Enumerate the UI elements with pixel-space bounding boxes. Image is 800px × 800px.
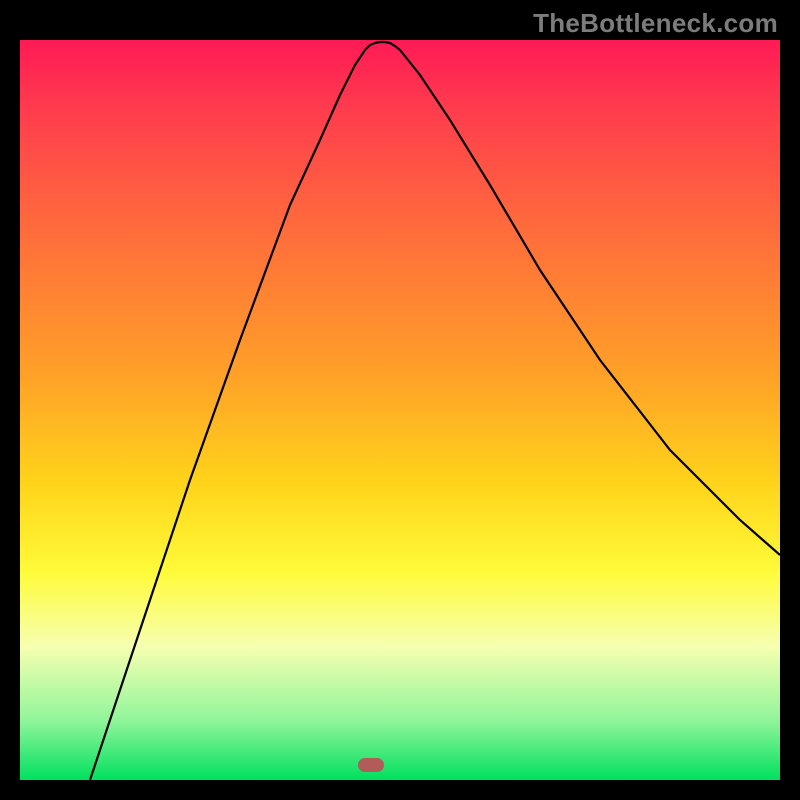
plot-area — [20, 40, 780, 780]
curve-path — [90, 42, 780, 780]
optimum-marker-icon — [358, 758, 384, 772]
chart-container: TheBottleneck.com — [0, 0, 800, 800]
bottleneck-curve — [20, 40, 780, 780]
watermark-text: TheBottleneck.com — [533, 8, 778, 39]
